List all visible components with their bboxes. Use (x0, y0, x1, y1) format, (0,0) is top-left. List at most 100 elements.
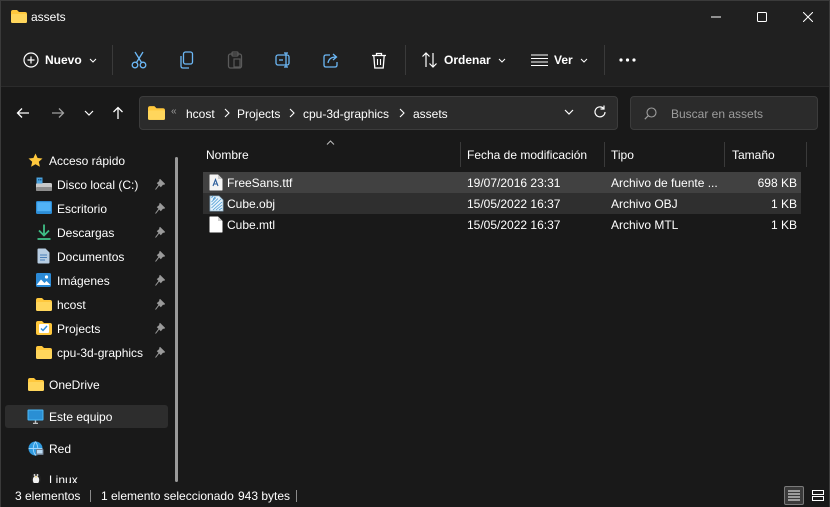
more-options-button[interactable] (619, 47, 636, 73)
delete-button[interactable] (371, 47, 387, 73)
sidebar-label: Projects (57, 322, 101, 336)
file-row[interactable]: Cube.mtl 15/05/2022 16:37 Archivo MTL 1 … (203, 214, 801, 235)
close-icon (803, 12, 813, 22)
maximize-button[interactable] (739, 1, 785, 33)
sidebar-item-hcost[interactable]: hcost (5, 293, 168, 316)
address-bar[interactable]: « hcost Projects cpu-3d-graphics assets (139, 96, 618, 130)
breadcrumb-cpu-3d-graphics[interactable]: cpu-3d-graphics (303, 107, 389, 121)
sidebar-item-documents[interactable]: Documentos (5, 245, 168, 268)
chevron-down-icon[interactable] (564, 107, 574, 117)
column-divider[interactable] (806, 142, 807, 167)
drive-icon (36, 177, 52, 191)
sidebar-item-projects[interactable]: Projects (5, 317, 168, 340)
breadcrumb-hcost[interactable]: hcost (186, 107, 215, 121)
sidebar-item-local-disk[interactable]: Disco local (C:) (5, 173, 168, 196)
forward-button[interactable] (47, 103, 69, 123)
sidebar-label: Linux (49, 473, 78, 483)
search-icon (644, 107, 657, 120)
sidebar-item-onedrive[interactable]: OneDrive (5, 373, 168, 396)
column-header-type[interactable]: Tipo (611, 148, 634, 162)
status-bar: 3 elementos 1 elemento seleccionado 943 … (1, 483, 829, 507)
folder-icon (148, 106, 165, 120)
file-size: 1 KB (770, 197, 797, 211)
file-type: Archivo OBJ (611, 197, 678, 211)
breadcrumb-assets[interactable]: assets (413, 107, 448, 121)
minimize-button[interactable] (693, 1, 739, 33)
sidebar-item-downloads[interactable]: Descargas (5, 221, 168, 244)
copy-icon (180, 51, 194, 69)
sidebar-item-quick-access[interactable]: Acceso rápido (5, 149, 168, 172)
sidebar-label: Acceso rápido (49, 154, 126, 168)
status-divider (296, 490, 297, 502)
view-label: Ver (554, 53, 573, 67)
refresh-icon[interactable] (593, 105, 607, 119)
column-header-date[interactable]: Fecha de modificación (467, 148, 587, 162)
view-button[interactable]: Ver (531, 47, 588, 73)
search-box[interactable]: Buscar en assets (630, 96, 818, 130)
file-explorer-window: assets Nuevo Ordenar Ver « hcost Project… (0, 0, 830, 507)
sidebar-scrollbar[interactable] (175, 157, 178, 482)
star-icon (28, 153, 43, 167)
sidebar-item-this-pc[interactable]: Este equipo (5, 405, 168, 428)
pin-icon[interactable] (155, 299, 165, 310)
column-divider[interactable] (460, 142, 461, 167)
file-name: Cube.mtl (227, 218, 276, 232)
details-view-button[interactable] (784, 486, 804, 505)
arrow-right-icon (52, 108, 65, 118)
copy-button[interactable] (179, 47, 195, 73)
share-button[interactable] (323, 47, 340, 73)
sidebar-label: Red (49, 442, 72, 456)
toolbar-divider (604, 45, 605, 75)
network-icon (28, 441, 44, 456)
folder-icon (36, 346, 52, 359)
pin-icon[interactable] (155, 179, 165, 190)
sidebar-item-desktop[interactable]: Escritorio (5, 197, 168, 220)
recent-locations-button[interactable] (78, 103, 100, 123)
blank-file-icon (209, 216, 223, 233)
back-button[interactable] (12, 103, 34, 123)
sidebar-label: cpu-3d-graphics (57, 346, 144, 360)
chevron-right-icon[interactable] (399, 108, 405, 118)
cut-button[interactable] (131, 47, 147, 73)
file-name: FreeSans.ttf (227, 176, 293, 190)
file-row[interactable]: FreeSans.ttf 19/07/2016 23:31 Archivo de… (203, 172, 801, 193)
more-icon (619, 58, 636, 62)
chevron-right-icon[interactable] (289, 108, 295, 118)
column-divider[interactable] (724, 142, 725, 167)
sidebar-label: Este equipo (49, 410, 113, 424)
sort-button[interactable]: Ordenar (421, 47, 506, 73)
chevron-right-icon[interactable] (224, 108, 230, 118)
chevron-down-icon (498, 58, 506, 63)
pin-icon[interactable] (155, 227, 165, 238)
sidebar-item-cpu-3d-graphics[interactable]: cpu-3d-graphics (5, 341, 168, 364)
tiles-view-icon (812, 490, 824, 501)
paste-button[interactable] (227, 47, 243, 73)
sidebar-item-pictures[interactable]: Imágenes (5, 269, 168, 292)
pin-icon[interactable] (155, 251, 165, 262)
item-count: 3 elementos (15, 489, 81, 503)
sidebar-label: Descargas (57, 226, 115, 240)
pin-icon[interactable] (155, 203, 165, 214)
folder-icon (36, 298, 52, 311)
tiles-view-button[interactable] (808, 486, 828, 505)
pin-icon[interactable] (155, 323, 165, 334)
column-divider[interactable] (604, 142, 605, 167)
breadcrumb-projects[interactable]: Projects (237, 107, 280, 121)
up-button[interactable] (107, 103, 129, 123)
file-size: 698 KB (757, 176, 797, 190)
pin-icon[interactable] (155, 347, 165, 358)
search-input[interactable]: Buscar en assets (671, 107, 763, 121)
sidebar-item-network[interactable]: Red (5, 437, 168, 460)
scissors-icon (131, 51, 147, 69)
file-row[interactable]: Cube.obj 15/05/2022 16:37 Archivo OBJ 1 … (203, 193, 801, 214)
pin-icon[interactable] (155, 275, 165, 286)
file-type: Archivo MTL (611, 218, 679, 232)
new-button[interactable]: Nuevo (23, 47, 97, 73)
sidebar-item-linux[interactable]: Linux (5, 468, 168, 483)
column-header-size[interactable]: Tamaño (732, 148, 775, 162)
column-header-name[interactable]: Nombre (206, 148, 249, 162)
computer-icon (27, 409, 44, 424)
rename-button[interactable] (275, 47, 292, 73)
breadcrumb-overflow[interactable]: « (171, 106, 177, 117)
close-button[interactable] (785, 1, 830, 33)
